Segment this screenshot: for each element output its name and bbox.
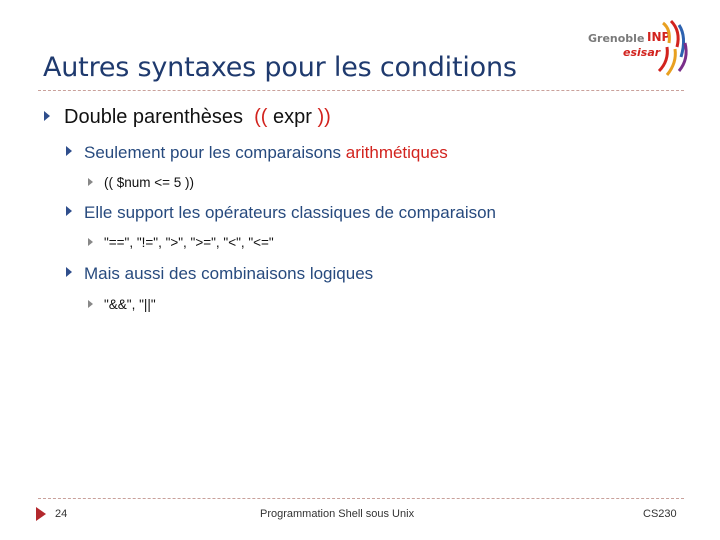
footer-divider (38, 498, 684, 499)
bullet-text: Double parenthèses (( expr )) (64, 106, 331, 129)
page-number: 24 (55, 508, 68, 520)
bullet-operator-list: "==", "!=", ">", ">=", "<", "<=" (88, 235, 274, 250)
footer-arrow-icon (36, 507, 46, 521)
title-divider (38, 90, 684, 91)
logo-line1: Grenoble (588, 32, 645, 45)
bullet-arrow-icon (88, 238, 93, 246)
bullet-arrow-icon (44, 111, 50, 121)
bullet-expr: expr (267, 106, 318, 128)
bullet-double-parentheses: Double parenthèses (( expr )) (44, 106, 331, 129)
bullet-arrow-icon (66, 146, 72, 156)
bullet-example-num: (( $num <= 5 )) (88, 175, 194, 190)
bullet-text-main: Seulement pour les comparaisons (84, 143, 346, 162)
bullet-text: "&&", "||" (104, 297, 156, 312)
bullet-classic-operators: Elle support les opérateurs classiques d… (66, 203, 496, 223)
bullet-arrow-icon (66, 206, 72, 216)
bullet-logical-combinations: Mais aussi des combinaisons logiques (66, 264, 373, 284)
bullet-text: (( $num <= 5 )) (104, 175, 195, 190)
footer-course-code: CS230 (643, 508, 677, 520)
bullet-highlight: arithmétiques (345, 143, 448, 162)
bullet-arrow-icon (88, 178, 93, 186)
bullet-text-main: Double parenthèses (64, 106, 255, 128)
bullet-text: Mais aussi des combinaisons logiques (84, 264, 374, 283)
bullet-arrow-icon (88, 300, 93, 308)
bullet-close-parens: )) (317, 106, 331, 128)
bullet-arithmetic-only: Seulement pour les comparaisons arithmét… (66, 143, 448, 163)
bullet-open-parens: (( (254, 106, 268, 128)
bullet-arrow-icon (66, 267, 72, 277)
grenoble-inp-esisar-logo: Grenoble INP esisar (583, 17, 693, 79)
bullet-text: Elle support les opérateurs classiques d… (84, 203, 497, 222)
bullet-text: Seulement pour les comparaisons arithmét… (84, 143, 448, 163)
bullet-text: "==", "!=", ">", ">=", "<", "<=" (104, 235, 274, 250)
logo-arcs-icon (657, 19, 688, 76)
slide-title: Autres syntaxes pour les conditions (43, 52, 517, 83)
footer-course-title: Programmation Shell sous Unix (260, 508, 415, 520)
bullet-logical-operators: "&&", "||" (88, 297, 156, 312)
